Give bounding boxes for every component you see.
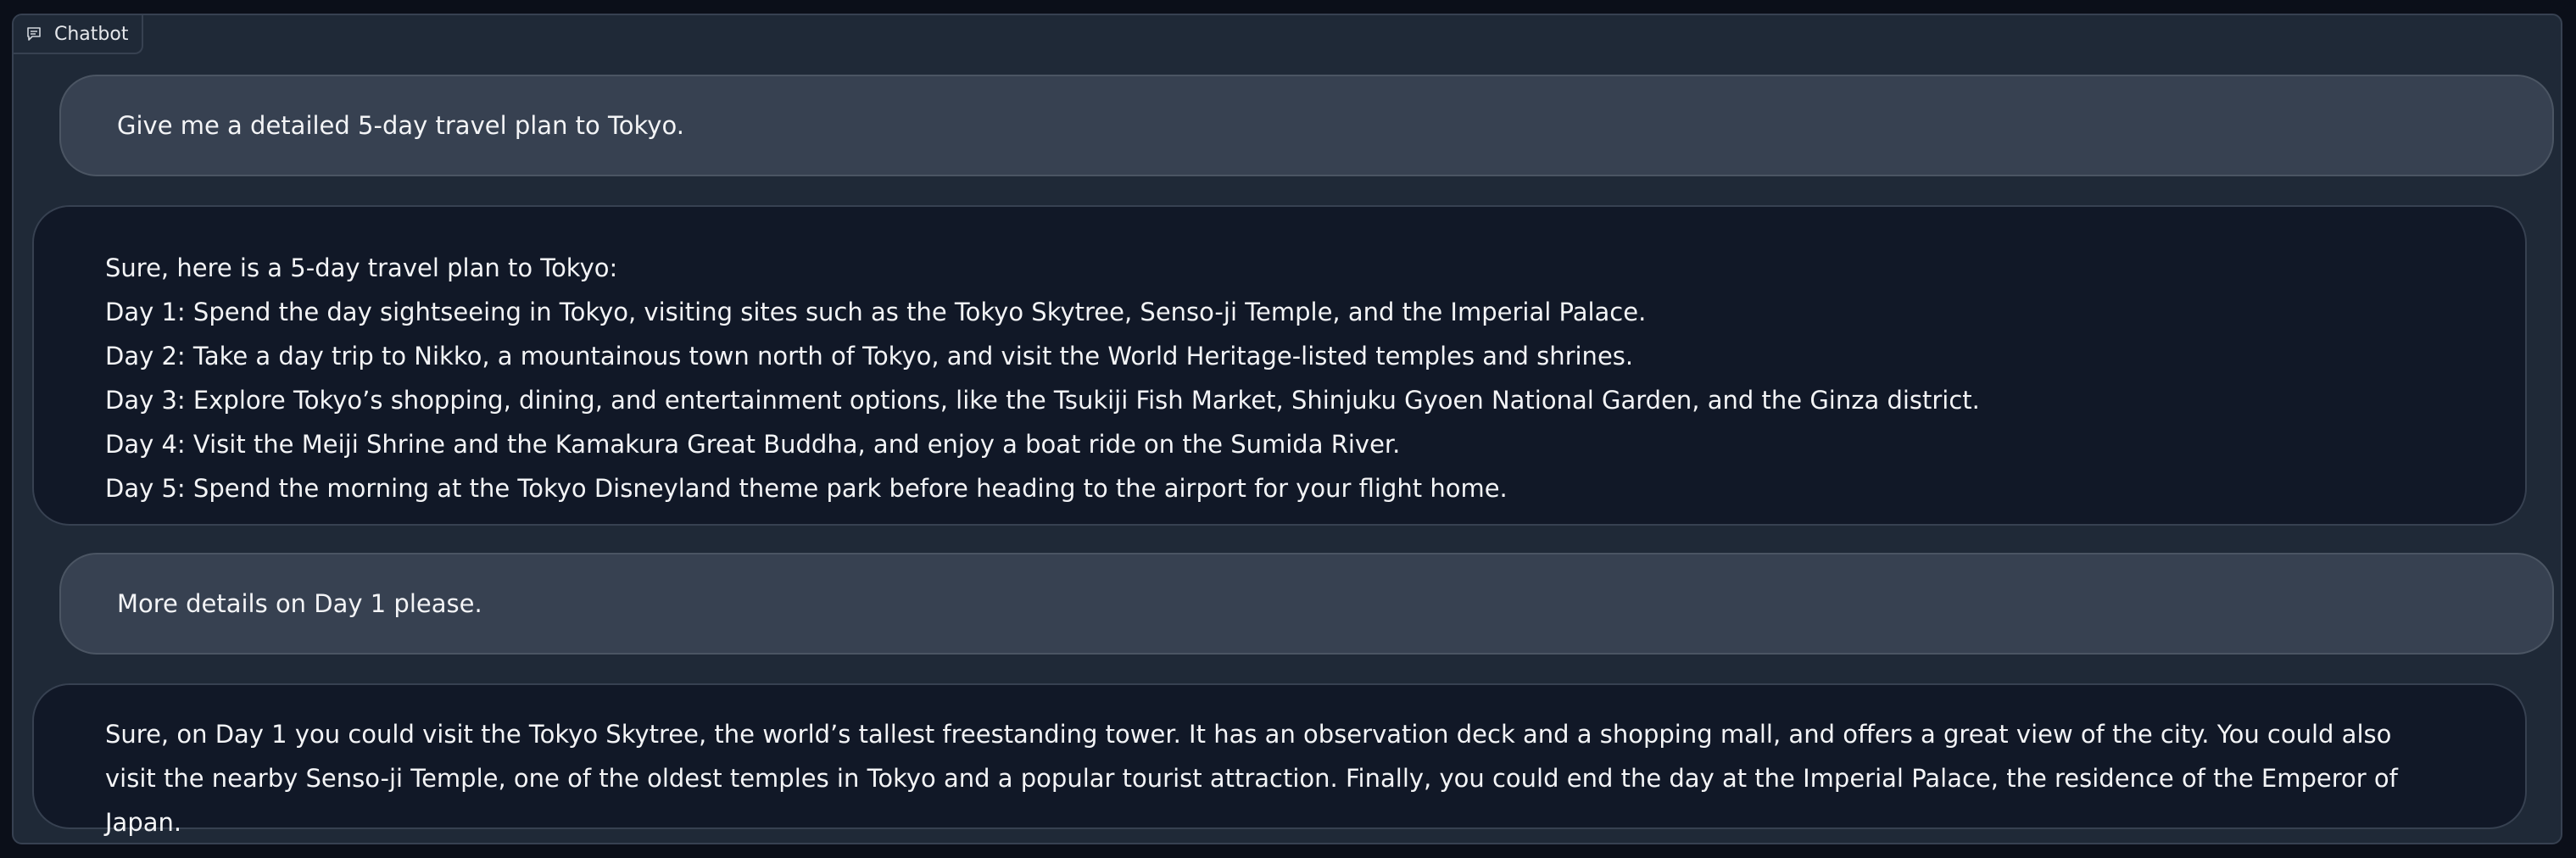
bot-message-text: Sure, on Day 1 you could visit the Tokyo…: [105, 720, 2398, 837]
bot-message-line: Day 1: Spend the day sightseeing in Toky…: [105, 298, 1647, 326]
user-message: Give me a detailed 5-day travel plan to …: [59, 75, 2554, 176]
bot-message-line: Day 5: Spend the morning at the Tokyo Di…: [105, 474, 1508, 503]
user-message: More details on Day 1 please.: [59, 553, 2554, 655]
chatbot-panel: Chatbot Give me a detailed 5-day travel …: [12, 14, 2562, 844]
user-message-text: Give me a detailed 5-day travel plan to …: [117, 111, 684, 140]
bot-message-line: Sure, here is a 5-day travel plan to Tok…: [105, 254, 618, 282]
chat-icon: [25, 25, 42, 42]
chatbot-label: Chatbot: [14, 15, 144, 54]
bot-message: Sure, here is a 5-day travel plan to Tok…: [32, 205, 2527, 526]
chatbot-label-text: Chatbot: [54, 23, 129, 45]
bot-message: Sure, on Day 1 you could visit the Tokyo…: [32, 683, 2527, 837]
bot-message-line: Day 4: Visit the Meiji Shrine and the Ka…: [105, 430, 1401, 459]
bot-message-line: Day 3: Explore Tokyo’s shopping, dining,…: [105, 386, 1980, 415]
user-message-text: More details on Day 1 please.: [117, 589, 482, 618]
bot-message-line: Day 2: Take a day trip to Nikko, a mount…: [105, 342, 1634, 370]
